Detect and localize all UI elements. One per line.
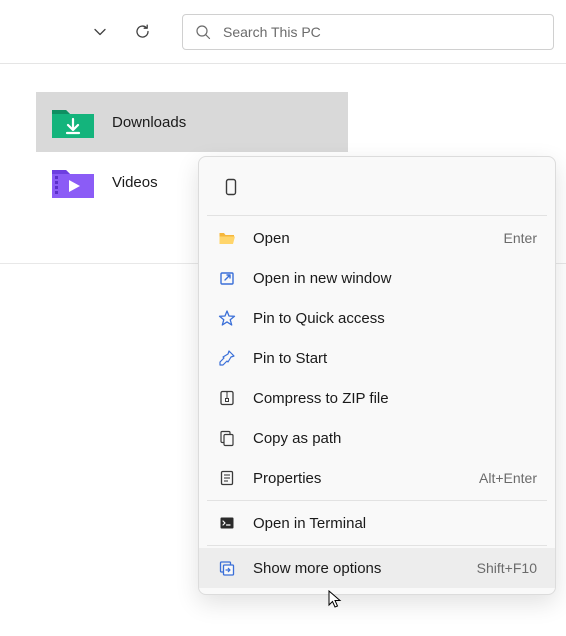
menu-item-accelerator: Alt+Enter [479, 470, 537, 486]
refresh-icon [134, 23, 151, 40]
copy-button[interactable] [213, 171, 249, 203]
menu-item-label: Copy as path [253, 430, 537, 447]
copy-path-icon [217, 428, 237, 448]
properties-icon [217, 468, 237, 488]
menu-item-label: Properties [253, 470, 463, 487]
context-menu: Open Enter Open in new window Pin to Qui… [198, 156, 556, 595]
menu-item-compress-zip[interactable]: Compress to ZIP file [199, 378, 555, 418]
search-input[interactable] [223, 24, 541, 40]
chevron-down-icon [93, 25, 107, 39]
folder-open-icon [217, 228, 237, 248]
folder-label: Videos [112, 174, 158, 191]
context-menu-separator [207, 545, 547, 546]
menu-item-label: Open [253, 230, 488, 247]
menu-item-label: Pin to Quick access [253, 310, 537, 327]
terminal-icon [217, 513, 237, 533]
menu-item-open-terminal[interactable]: Open in Terminal [199, 503, 555, 543]
context-menu-separator [207, 215, 547, 216]
downloads-folder-icon [50, 104, 96, 140]
zip-icon [217, 388, 237, 408]
menu-item-label: Compress to ZIP file [253, 390, 537, 407]
folder-label: Downloads [112, 114, 186, 131]
videos-folder-icon [50, 164, 96, 200]
menu-item-accelerator: Enter [504, 230, 537, 246]
context-menu-quickactions [199, 163, 555, 213]
menu-item-pin-start[interactable]: Pin to Start [199, 338, 555, 378]
star-icon [217, 308, 237, 328]
nav-buttons [80, 12, 162, 52]
recent-locations-dropdown[interactable] [80, 12, 120, 52]
menu-item-open-new-window[interactable]: Open in new window [199, 258, 555, 298]
pin-icon [217, 348, 237, 368]
menu-item-label: Pin to Start [253, 350, 537, 367]
search-box[interactable] [182, 14, 554, 50]
search-icon [195, 24, 211, 40]
toolbar [0, 0, 566, 64]
menu-item-label: Show more options [253, 560, 461, 577]
copy-icon [222, 177, 240, 197]
menu-item-accelerator: Shift+F10 [477, 560, 537, 576]
folder-item-downloads[interactable]: Downloads [36, 92, 348, 152]
refresh-button[interactable] [122, 12, 162, 52]
show-more-icon [217, 558, 237, 578]
open-external-icon [217, 268, 237, 288]
menu-item-properties[interactable]: Properties Alt+Enter [199, 458, 555, 498]
menu-item-show-more-options[interactable]: Show more options Shift+F10 [199, 548, 555, 588]
menu-item-label: Open in new window [253, 270, 537, 287]
menu-item-label: Open in Terminal [253, 515, 537, 532]
menu-item-pin-quick-access[interactable]: Pin to Quick access [199, 298, 555, 338]
context-menu-separator [207, 500, 547, 501]
menu-item-open[interactable]: Open Enter [199, 218, 555, 258]
menu-item-copy-path[interactable]: Copy as path [199, 418, 555, 458]
